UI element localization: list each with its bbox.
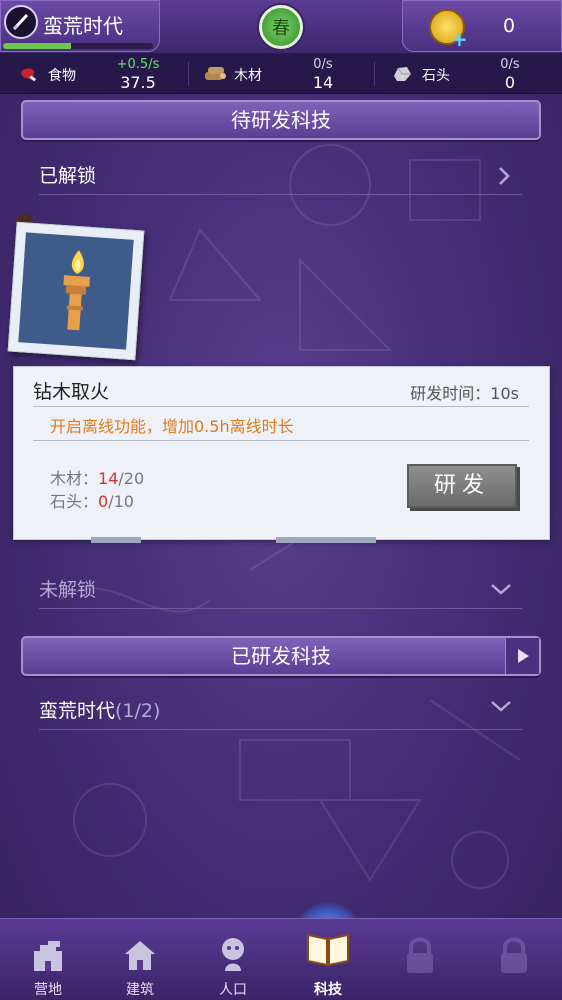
nav-camp[interactable]: 营地 <box>8 919 88 1000</box>
pending-tech-header[interactable]: 待研发科技 <box>21 100 541 140</box>
resource-rate: 0/s <box>313 57 333 72</box>
tech-card: 钻木取火 研发时间：10s 开启离线功能，增加0.5h离线时长 木材：14/20… <box>13 366 550 543</box>
nav-locked-1[interactable] <box>380 919 460 1000</box>
era-panel[interactable]: 蛮荒时代 <box>0 0 160 52</box>
bottom-nav: 营地 建筑 人口 科技 <box>0 918 562 1000</box>
unlocked-toggle[interactable]: 已解锁 <box>39 157 522 195</box>
locked-label: 未解锁 <box>39 579 97 601</box>
era-group-toggle[interactable]: 蛮荒时代(1/2) <box>39 692 522 730</box>
cost-wood: 木材：14/20 <box>50 469 145 488</box>
resource-rate: 0/s <box>500 57 520 72</box>
torch-icon <box>63 250 91 331</box>
nav-tech[interactable]: 科技 <box>288 919 368 1000</box>
resource-value: 0 <box>504 73 516 92</box>
tech-image <box>7 221 145 361</box>
house-icon <box>125 941 155 970</box>
nav-locked-2[interactable] <box>474 919 554 1000</box>
season-badge[interactable]: 春 <box>259 5 303 49</box>
top-bar: 蛮荒时代 春 + 0 <box>0 0 562 54</box>
resource-rate: +0.5/s <box>116 57 160 72</box>
resource-food: 食物 +0.5/s 37.5 <box>0 54 188 94</box>
locked-toggle[interactable]: 未解锁 <box>39 571 522 609</box>
coin-value: 0 <box>503 15 516 37</box>
resource-label: 木材 <box>234 68 262 84</box>
chevron-right-icon <box>499 167 510 185</box>
researched-tech-title: 已研发科技 <box>231 644 331 668</box>
divider <box>33 440 529 441</box>
play-arrow-icon[interactable] <box>505 638 539 674</box>
era-title: 蛮荒时代 <box>43 14 123 38</box>
meat-icon <box>21 68 37 82</box>
tape-decoration <box>91 537 141 543</box>
tech-name: 钻木取火 <box>33 381 110 403</box>
stone-icon <box>394 67 411 81</box>
nav-population[interactable]: 人口 <box>193 919 273 1000</box>
tape-decoration <box>276 537 376 543</box>
wood-icon <box>205 67 226 80</box>
lock-icon <box>501 937 527 973</box>
add-coin-icon[interactable]: + <box>451 27 468 51</box>
era-progress-bar <box>3 43 153 49</box>
book-icon <box>307 933 349 967</box>
resource-stone: 石头 0/s 0 <box>374 54 562 94</box>
feather-icon <box>4 5 38 39</box>
unlocked-label: 已解锁 <box>39 165 97 187</box>
nav-building[interactable]: 建筑 <box>100 919 180 1000</box>
resource-bar: 食物 +0.5/s 37.5 木材 0/s 14 石头 0/s 0 <box>0 54 562 94</box>
resource-wood: 木材 0/s 14 <box>188 54 374 94</box>
era-progress-fill <box>3 43 71 49</box>
resource-value: 14 <box>312 73 334 92</box>
researched-tech-header[interactable]: 已研发科技 <box>21 636 541 676</box>
person-icon <box>222 938 244 971</box>
research-time: 研发时间：10s <box>410 384 519 403</box>
cost-stone: 石头：0/10 <box>50 492 134 511</box>
research-button[interactable]: 研发 <box>407 464 517 508</box>
resource-label: 食物 <box>48 68 76 84</box>
resource-label: 石头 <box>422 68 450 84</box>
divider <box>33 406 529 407</box>
chevron-down-icon <box>491 701 511 712</box>
era-group-count: (1/2) <box>115 700 161 722</box>
tech-description: 开启离线功能，增加0.5h离线时长 <box>50 417 294 436</box>
coin-panel[interactable]: + 0 <box>402 0 562 52</box>
chevron-down-icon <box>491 584 511 595</box>
camp-icon <box>34 941 62 971</box>
era-group-label: 蛮荒时代 <box>39 700 116 722</box>
resource-value: 37.5 <box>120 73 156 92</box>
lock-icon <box>407 937 433 973</box>
